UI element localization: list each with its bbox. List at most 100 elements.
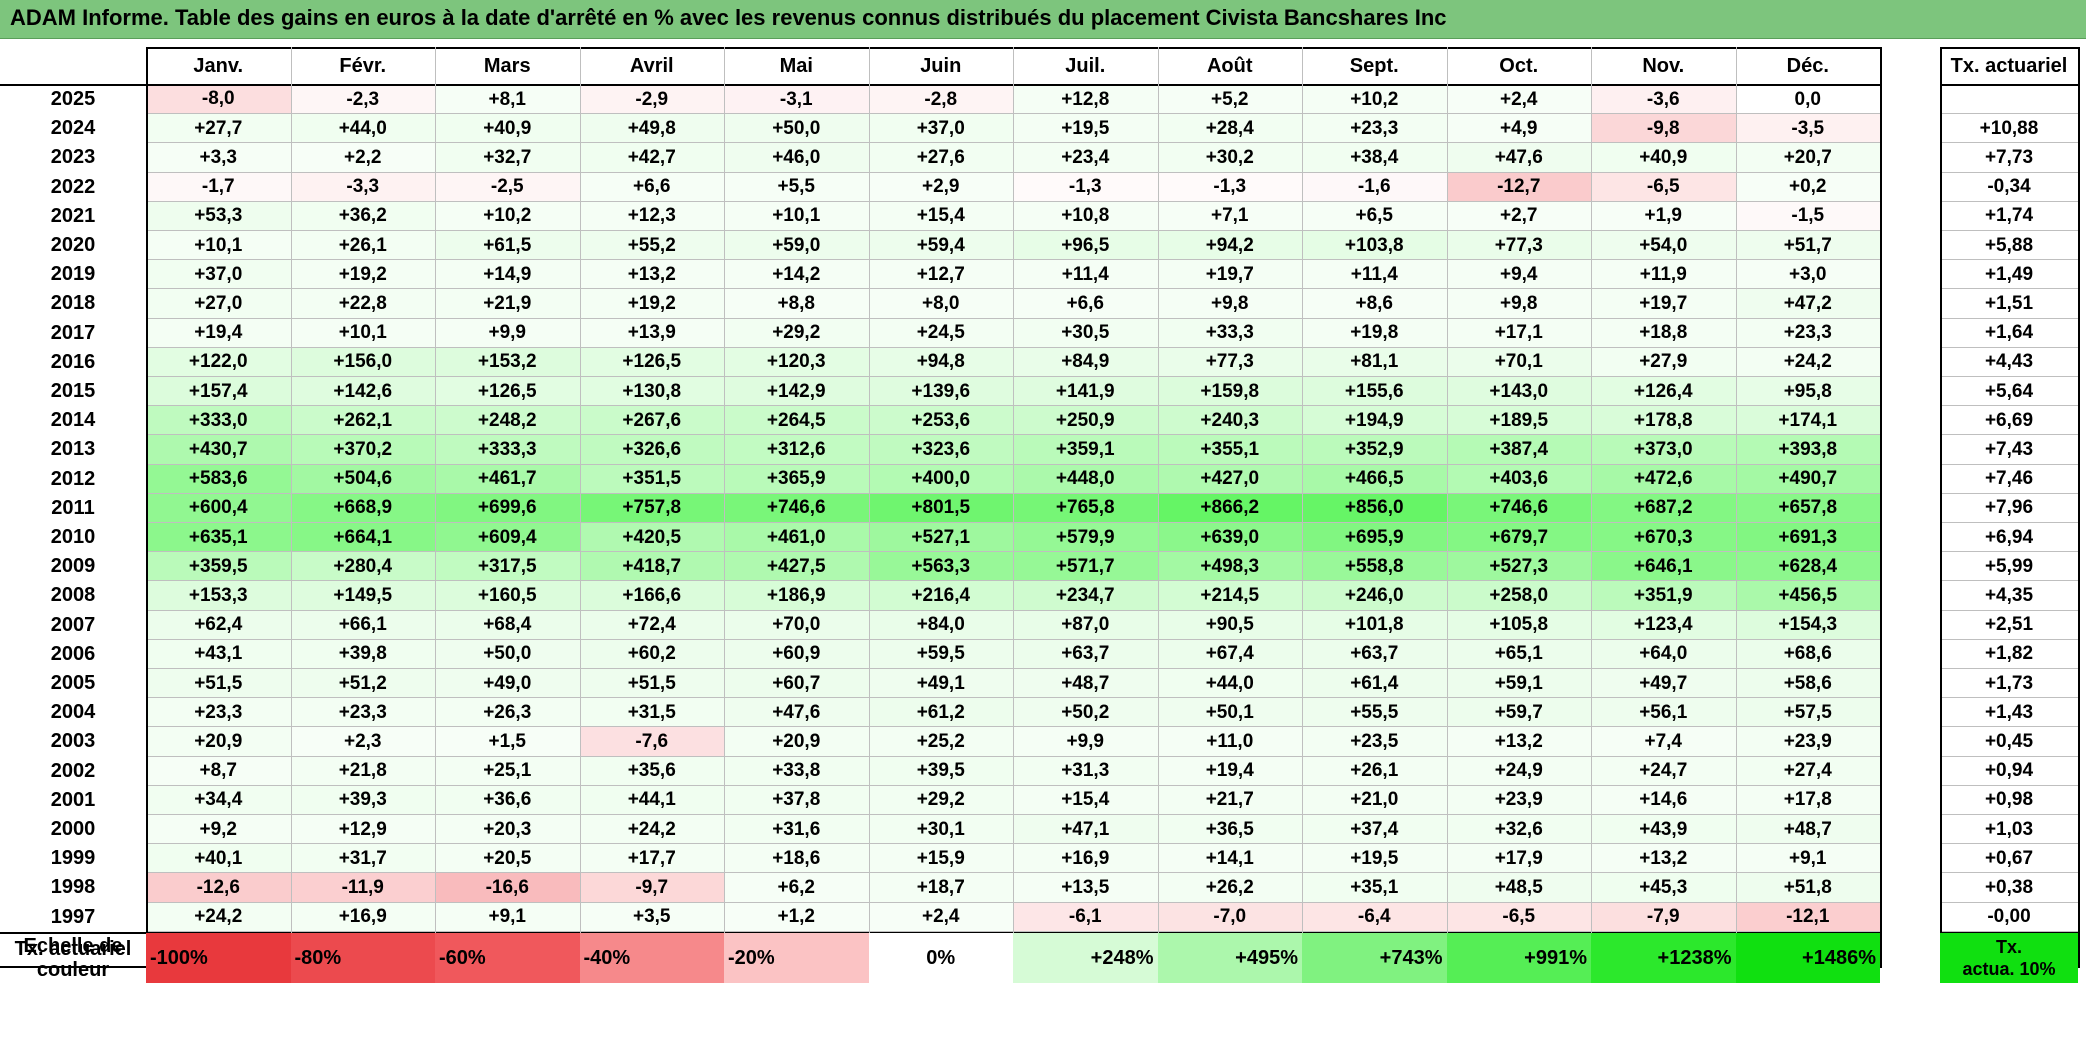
- gain-cell: +178,8: [1591, 406, 1736, 436]
- rate-cell: +1,03: [1984, 818, 2034, 840]
- gain-cell: -1,6: [1302, 172, 1447, 202]
- gain-cell: +351,9: [1591, 581, 1736, 611]
- year-label: 2009: [50, 555, 96, 578]
- gain-cell: +258,0: [1446, 581, 1591, 611]
- gain-cell: 0,0: [1735, 85, 1880, 115]
- rate-right-border: [2078, 47, 2080, 968]
- year-label: 1998: [50, 876, 96, 899]
- gain-cell: +679,7: [1446, 523, 1591, 553]
- gain-cell: +61,2: [868, 698, 1013, 728]
- gain-cell: +72,4: [579, 610, 724, 640]
- rate-cell: +0,94: [1984, 760, 2034, 782]
- gain-cell: +699,6: [435, 493, 580, 523]
- gain-cell: +0,2: [1735, 172, 1880, 202]
- gain-cell: +317,5: [435, 552, 580, 582]
- gain-cell: +44,0: [290, 114, 435, 144]
- gain-cell: +26,1: [290, 231, 435, 261]
- gain-cell: +65,1: [1446, 639, 1591, 669]
- gain-cell: +352,9: [1302, 435, 1447, 465]
- gain-cell: +60,7: [724, 669, 869, 699]
- year-label: 2014: [50, 409, 96, 432]
- gain-cell: +27,0: [146, 289, 291, 319]
- gain-cell: +490,7: [1735, 464, 1880, 494]
- rate-cell: +7,46: [1984, 468, 2034, 490]
- gain-cell: +21,9: [435, 289, 580, 319]
- gain-cell: +10,2: [1302, 85, 1447, 115]
- gain-cell: +8,0: [868, 289, 1013, 319]
- month-header: Juil.: [1065, 54, 1106, 77]
- year-label: 2005: [50, 672, 96, 695]
- gain-cell: +17,7: [579, 844, 724, 874]
- color-scale-step: -40%: [579, 933, 724, 983]
- gain-cell: +55,2: [579, 231, 724, 261]
- gain-cell: +11,0: [1157, 727, 1302, 757]
- gain-cell: +58,6: [1735, 669, 1880, 699]
- gain-cell: +12,8: [1013, 85, 1158, 115]
- gain-cell: +22,8: [290, 289, 435, 319]
- gain-cell: +149,5: [290, 581, 435, 611]
- gain-cell: +403,6: [1446, 464, 1591, 494]
- gain-cell: +14,2: [724, 260, 869, 290]
- gain-cell: +157,4: [146, 377, 291, 407]
- color-scale-step: +1238%: [1591, 933, 1736, 983]
- column-divider: [1446, 47, 1448, 966]
- rate-cell: +0,45: [1984, 730, 2034, 752]
- gain-cell: +30,1: [868, 815, 1013, 845]
- year-label: 1997: [50, 905, 96, 928]
- gain-cell: +87,0: [1013, 610, 1158, 640]
- gain-cell: +27,6: [868, 143, 1013, 173]
- gain-cell: +32,7: [435, 143, 580, 173]
- gain-cell: +9,1: [435, 902, 580, 932]
- rate-cell: +0,67: [1984, 847, 2034, 869]
- color-scale-step: +991%: [1446, 933, 1591, 983]
- gain-cell: +63,7: [1013, 639, 1158, 669]
- color-scale-rate: Tx. actua. 10%: [1940, 933, 2078, 983]
- gain-cell: +51,2: [290, 669, 435, 699]
- gain-cell: +50,0: [435, 639, 580, 669]
- gain-cell: +37,4: [1302, 815, 1447, 845]
- gain-cell: +691,3: [1735, 523, 1880, 553]
- gain-cell: +122,0: [146, 347, 291, 377]
- gain-cell: +59,7: [1446, 698, 1591, 728]
- header-bottom-border: [0, 84, 1882, 86]
- column-divider: [724, 47, 725, 966]
- column-divider: [1302, 47, 1303, 966]
- gain-cell: +10,2: [435, 201, 580, 231]
- gain-cell: +63,7: [1302, 639, 1447, 669]
- column-divider: [579, 47, 581, 966]
- gain-cell: +37,0: [868, 114, 1013, 144]
- gain-cell: +20,9: [724, 727, 869, 757]
- month-header: Août: [1206, 54, 1253, 77]
- gain-cell: +11,9: [1591, 260, 1736, 290]
- gain-cell: +765,8: [1013, 493, 1158, 523]
- gain-cell: +50,2: [1013, 698, 1158, 728]
- color-scale-step: +1486%: [1735, 933, 1880, 983]
- gain-cell: +42,7: [579, 143, 724, 173]
- year-label: 2001: [50, 788, 96, 811]
- gain-cell: +57,5: [1735, 698, 1880, 728]
- gain-cell: +323,6: [868, 435, 1013, 465]
- rate-cell: +1,51: [1984, 292, 2034, 314]
- year-label: 2016: [50, 350, 96, 373]
- gain-cell: +51,8: [1735, 873, 1880, 903]
- gain-cell: +39,8: [290, 639, 435, 669]
- rate-cell: +10,88: [1979, 117, 2039, 139]
- gain-cell: +49,1: [868, 669, 1013, 699]
- year-label: 2022: [50, 175, 96, 198]
- gain-cell: +27,9: [1591, 347, 1736, 377]
- gain-cell: +13,2: [1591, 844, 1736, 874]
- gain-cell: +68,4: [435, 610, 580, 640]
- gain-cell: +23,4: [1013, 143, 1158, 173]
- color-scale-step: -60%: [435, 933, 580, 983]
- rate-cell: +7,73: [1984, 146, 2034, 168]
- gain-cell: +154,3: [1735, 610, 1880, 640]
- rate-cell: +4,43: [1984, 351, 2034, 373]
- gain-cell: +29,2: [724, 318, 869, 348]
- gain-cell: -7,0: [1157, 902, 1302, 932]
- rate-cell: +5,88: [1984, 234, 2034, 256]
- gain-cell: -16,6: [435, 873, 580, 903]
- year-label: 2024: [50, 117, 96, 140]
- rate-cell: +7,96: [1984, 497, 2034, 519]
- gain-cell: +4,9: [1446, 114, 1591, 144]
- color-scale-step: 0%: [868, 933, 1013, 983]
